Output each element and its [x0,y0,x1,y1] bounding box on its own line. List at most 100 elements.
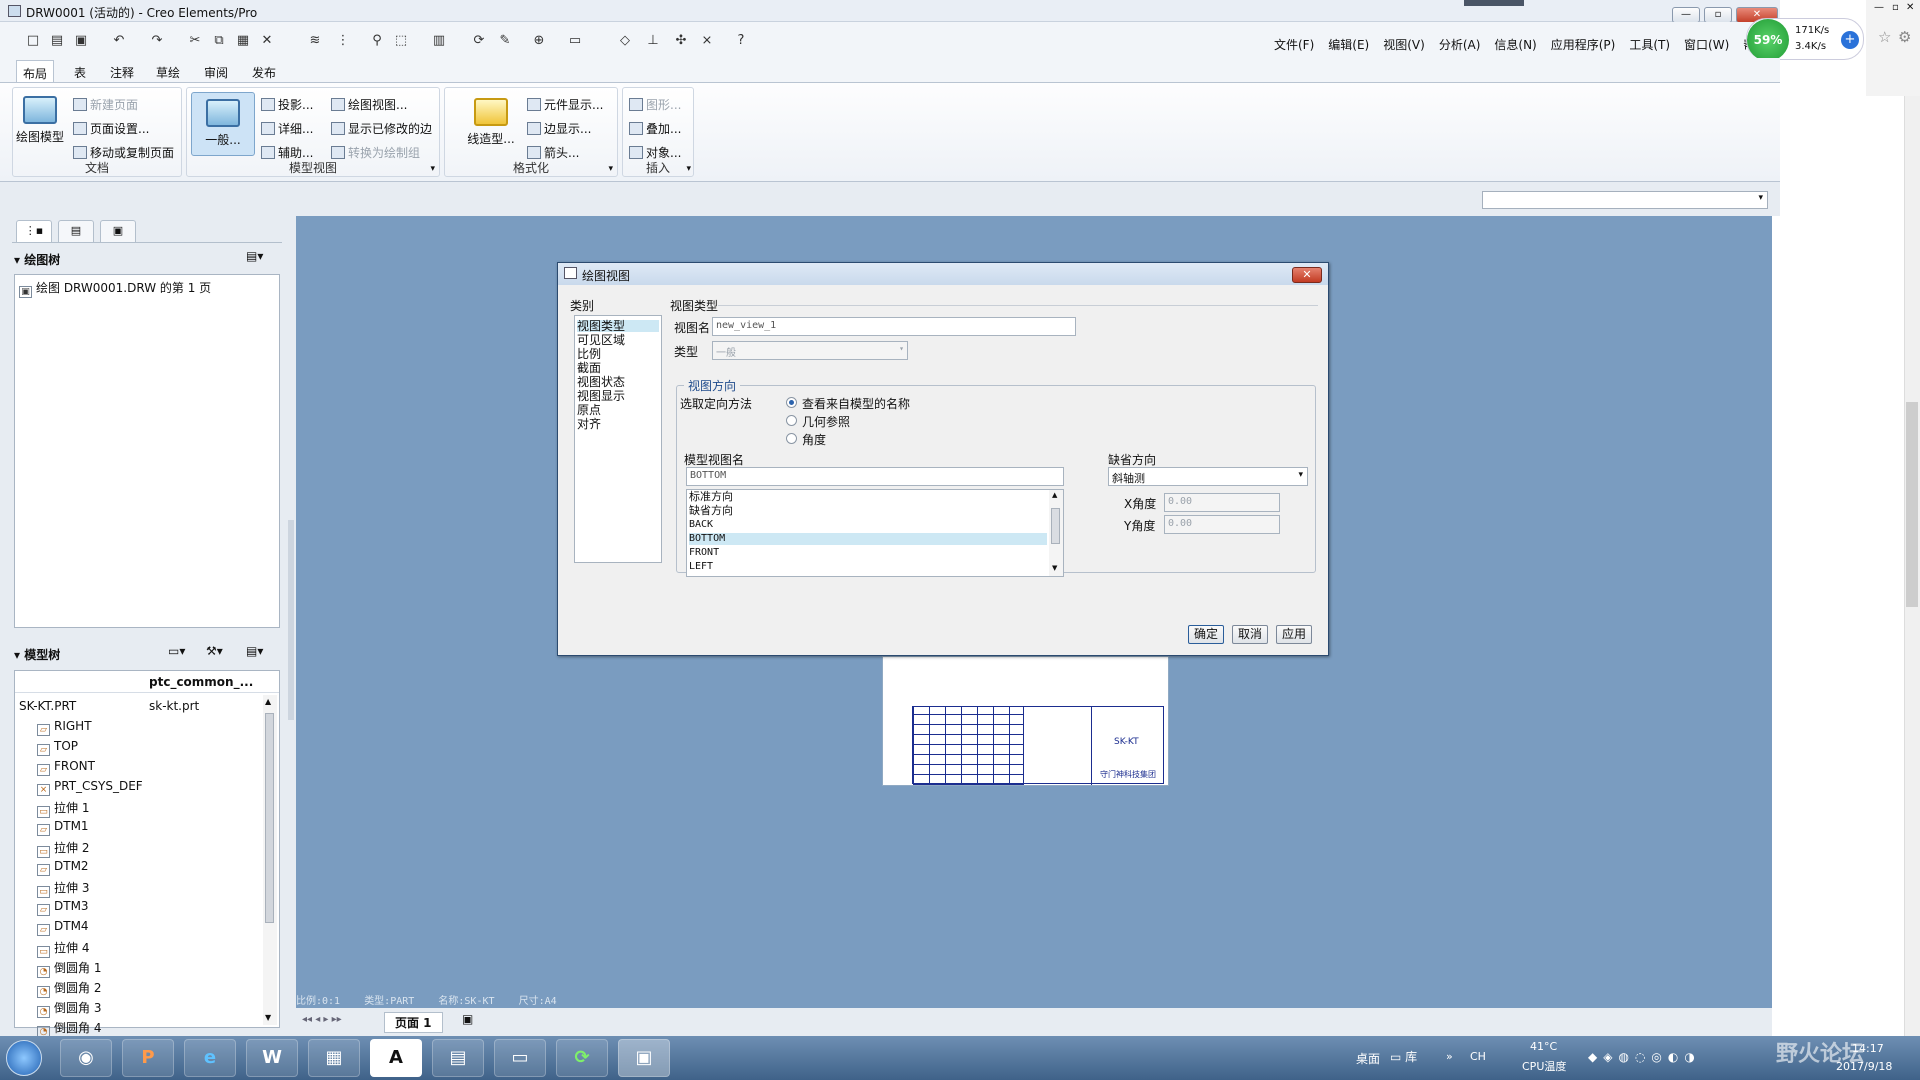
side-min-icon[interactable]: — [1874,2,1884,13]
category-item[interactable]: 截面 [577,362,659,374]
maximize-button[interactable]: ▫ [1704,7,1732,23]
general-view-button[interactable]: 一般... [191,92,255,156]
cancel-button[interactable]: 取消 [1232,625,1268,644]
view-name-field[interactable]: new_view_1 [712,317,1076,336]
model-tree-scrollbar[interactable]: ▲ ▼ [263,695,277,1025]
method-radio-angle[interactable] [786,433,797,444]
taskbar-explorer-icon[interactable]: ▭ [494,1039,546,1077]
drawing-model-button[interactable]: 绘图模型 [15,88,65,150]
model-tree-item[interactable]: ◔ 倒圆角 2 [37,979,101,998]
selection-filter-dropdown[interactable]: ▾ [1482,191,1768,209]
tab-table[interactable]: 表 [68,63,92,82]
model-view-item[interactable]: BOTTOM [689,533,1047,545]
show-modified-edges-button[interactable]: 显示已修改的边 [331,120,432,137]
apply-button[interactable]: 应用 [1276,625,1312,644]
menu-applications[interactable]: 应用程序(P) [1551,38,1616,52]
drawing-tree-item[interactable]: ▣ 绘图 DRW0001.DRW 的第 1 页 [19,279,211,298]
model-tree-scroll-thumb[interactable] [265,713,274,923]
minimize-button[interactable]: — [1672,7,1700,23]
model-view-scrollbar[interactable]: ▲ ▼ [1049,490,1063,576]
category-item[interactable]: 视图状态 [577,376,659,388]
component-display-button[interactable]: 元件显示... [527,96,603,113]
model-view-item[interactable]: 标准方向 [689,491,1047,503]
category-item[interactable]: 视图显示 [577,390,659,402]
side-max-icon[interactable]: ▫ [1892,2,1899,13]
default-direction-select[interactable]: 斜轴测 ▾ [1108,467,1308,486]
menu-tools[interactable]: 工具(T) [1629,38,1670,52]
select-box-icon[interactable]: ⬚ [392,32,410,50]
redo-icon[interactable]: ↷ [148,32,166,50]
model-tree-item[interactable]: ▱ DTM2 [37,859,89,876]
model-view-item[interactable]: FRONT [689,547,1047,559]
library-toolbar[interactable]: ▭ 库 [1390,1048,1417,1065]
csys-icon[interactable]: ⨯ [698,32,716,50]
model-view-item[interactable]: 缺省方向 [689,505,1047,517]
root-part[interactable]: SK-KT.PRT [19,699,76,713]
toolbar-chevron-icon[interactable]: » [1446,1050,1453,1063]
tab-publish[interactable]: 发布 [246,63,282,82]
overlay-button[interactable]: 叠加... [629,120,681,137]
open-icon[interactable]: ▤ [48,32,66,50]
datum-plane-icon[interactable]: ◇ [616,32,634,50]
method-radio-geometry[interactable] [786,415,797,426]
model-view-item[interactable]: BACK [689,519,1047,531]
copy-icon[interactable]: ⧉ [210,32,228,50]
model-view-scroll-thumb[interactable] [1051,508,1060,544]
menu-window[interactable]: 窗口(W) [1684,38,1729,52]
tab-layers[interactable]: ▤ [58,220,94,242]
scroll-down-icon[interactable]: ▼ [265,1013,271,1022]
cut-icon[interactable]: ✂ [186,32,204,50]
start-button[interactable] [6,1040,42,1076]
graphic-button[interactable]: 图形... [629,96,681,113]
model-tree-item[interactable]: ▭ 拉伸 2 [37,839,89,858]
datum-point-icon[interactable]: ✣ [672,32,690,50]
line-style-button[interactable]: 线造型... [461,90,521,152]
model-tree-show-icon[interactable]: ▭▾ [168,644,185,658]
projection-button[interactable]: 投影... [261,96,313,113]
display-style-icon[interactable]: ▭ [566,32,584,50]
category-item[interactable]: 原点 [577,404,659,416]
page-setup-button[interactable]: 页面设置... [73,120,149,137]
detailed-button[interactable]: 详细... [261,120,313,137]
group-expand-icon[interactable]: ▾ [686,164,691,174]
paste-icon[interactable]: ▦ [234,32,252,50]
method-radio-name[interactable] [786,397,797,408]
drawing-view-button[interactable]: 绘图视图... [331,96,407,113]
menu-analysis[interactable]: 分析(A) [1439,38,1481,52]
menu-file[interactable]: 文件(F) [1274,38,1314,52]
model-tree-item[interactable]: ▱ FRONT [37,759,95,776]
model-tree-item[interactable]: ▱ DTM3 [37,899,89,916]
model-tree-item[interactable]: ⨯ PRT_CSYS_DEF [37,779,143,796]
model-tree-item[interactable]: ▭ 拉伸 3 [37,879,89,898]
model-tree-title[interactable]: ▾ 模型树 [14,646,60,663]
new-page-button[interactable]: 新建页面 [73,96,138,113]
taskbar-calculator-icon[interactable]: ▦ [308,1039,360,1077]
settings-gear-icon[interactable]: ⚙ [1898,28,1911,46]
scroll-up-icon[interactable]: ▲ [265,697,271,706]
new-icon[interactable]: □ [24,32,42,50]
sketch-icon[interactable]: ✎ [496,32,514,50]
layers-icon[interactable]: ≋ [306,32,324,50]
group-expand-icon[interactable]: ▾ [608,164,613,174]
save-icon[interactable]: ▣ [72,32,90,50]
scroll-up-icon[interactable]: ▲ [1052,491,1057,499]
drawing-tree-title[interactable]: ▾ 绘图树 [14,251,60,268]
group-expand-icon[interactable]: ▾ [430,164,435,174]
add-page-icon[interactable]: ▣ [462,1012,473,1026]
category-item[interactable]: 可见区域 [577,334,659,346]
side-close-icon[interactable]: ✕ [1906,2,1914,13]
star-icon[interactable]: ☆ [1878,28,1891,46]
undo-icon[interactable]: ↶ [110,32,128,50]
taskbar-creo-icon[interactable]: ▣ [618,1039,670,1077]
tab-folder[interactable]: ▣ [100,220,136,242]
menu-view[interactable]: 视图(V) [1383,38,1425,52]
tree-icon[interactable]: ⋮ [334,32,352,50]
taskbar-360-icon[interactable]: ⟳ [556,1039,608,1077]
zoom-icon[interactable]: ⊕ [530,32,548,50]
taskbar-wps-icon[interactable]: W [246,1039,298,1077]
category-item[interactable]: 比例 [577,348,659,360]
model-tree-item[interactable]: ▭ 拉伸 4 [37,939,89,958]
desktop-toolbar[interactable]: 桌面 [1356,1050,1380,1067]
model-tree-item[interactable]: ◔ 倒圆角 1 [37,959,101,978]
taskbar-autocad-icon[interactable]: A [370,1039,422,1077]
